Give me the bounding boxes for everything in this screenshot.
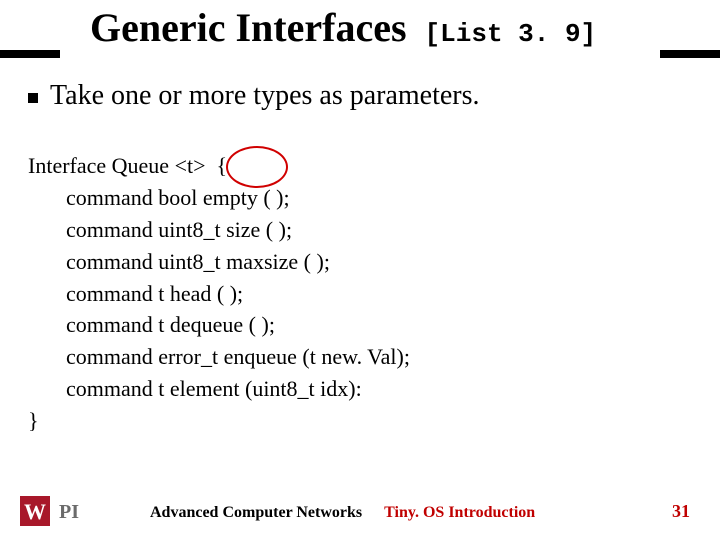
slide-title: Generic Interfaces [List 3. 9] xyxy=(90,4,596,51)
code-line: command t element (uint8_t idx): xyxy=(66,373,410,405)
logo-pi: PI xyxy=(59,501,79,523)
code-line: command t dequeue ( ); xyxy=(66,309,410,341)
highlight-circle xyxy=(226,146,288,188)
code-line: command uint8_t maxsize ( ); xyxy=(66,246,410,278)
code-line: command t head ( ); xyxy=(66,278,410,310)
code-line: Interface Queue <t> { xyxy=(28,150,410,182)
footer-topic: Tiny. OS Introduction xyxy=(384,504,535,521)
code-block: Interface Queue <t> { command bool empty… xyxy=(28,150,410,437)
title-subtitle: [List 3. 9] xyxy=(425,19,597,49)
square-bullet-icon xyxy=(28,93,38,103)
wpi-logo: W PI xyxy=(20,496,88,526)
code-line: command uint8_t size ( ); xyxy=(66,214,410,246)
title-main: Generic Interfaces xyxy=(90,5,407,50)
slide: Generic Interfaces [List 3. 9] Take one … xyxy=(0,0,720,540)
code-line: command error_t enqueue (t new. Val); xyxy=(66,341,410,373)
page-number: 31 xyxy=(672,501,690,522)
code-line: command bool empty ( ); xyxy=(66,182,410,214)
footer-course: Advanced Computer Networks xyxy=(150,504,362,521)
code-line: } xyxy=(28,405,410,437)
bullet-text: Take one or more types as parameters. xyxy=(50,80,480,111)
bullet-row: Take one or more types as parameters. xyxy=(28,80,698,112)
logo-w: W xyxy=(24,499,46,524)
footer: Advanced Computer Networks Tiny. OS Intr… xyxy=(150,504,535,522)
